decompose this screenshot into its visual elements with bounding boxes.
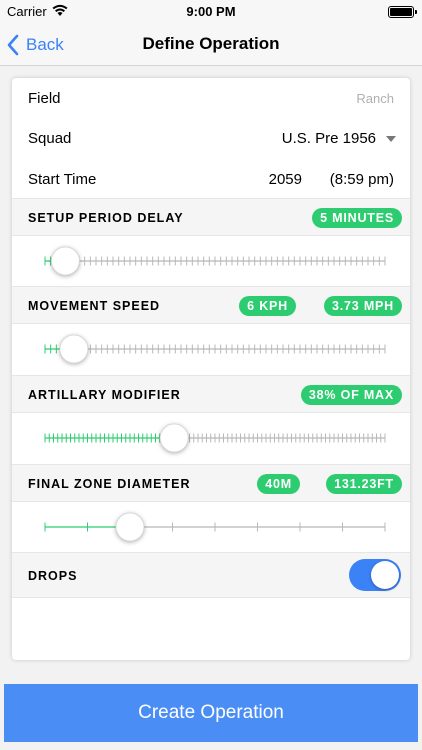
- status-bar: Carrier 9:00 PM: [0, 0, 422, 24]
- slider-thumb: [159, 423, 189, 453]
- drops-title: DROPS: [28, 569, 78, 583]
- squad-row[interactable]: Squad U.S. Pre 1956: [12, 118, 410, 156]
- setup-delay-slider[interactable]: [12, 236, 410, 286]
- slider-thumb: [115, 512, 145, 542]
- toggle-knob: [371, 561, 399, 589]
- final-zone-title: FINAL ZONE DIAMETER: [28, 477, 191, 491]
- artillary-modifier-header: ARTILLARY MODIFIER 38% OF MAX: [12, 375, 410, 413]
- setup-delay-title: SETUP PERIOD DELAY: [28, 211, 184, 225]
- final-zone-header: FINAL ZONE DIAMETER 40M 131.23FT: [12, 464, 410, 502]
- artillary-modifier-slider[interactable]: [12, 413, 410, 463]
- artillary-modifier-title: ARTILLARY MODIFIER: [28, 388, 181, 402]
- setup-delay-badge: 5 MINUTES: [312, 208, 402, 228]
- drops-toggle[interactable]: [349, 559, 401, 591]
- navigation-bar: Back Define Operation: [0, 24, 422, 66]
- movement-speed-slider[interactable]: [12, 324, 410, 374]
- start-time-row[interactable]: Start Time 2059 (8:59 pm): [12, 158, 410, 198]
- final-zone-slider[interactable]: [12, 502, 410, 552]
- operation-form-card: Field Ranch Squad U.S. Pre 1956 Start Ti…: [12, 78, 410, 660]
- squad-label: Squad: [28, 130, 72, 147]
- squad-value: U.S. Pre 1956: [281, 130, 376, 147]
- dropdown-arrow-icon: [386, 136, 396, 142]
- slider-thumb: [59, 334, 89, 364]
- drops-row: DROPS: [12, 552, 410, 598]
- final-zone-m-badge: 40M: [257, 474, 300, 494]
- start-time-display: (8:59 pm): [329, 171, 394, 188]
- final-zone-ft-badge: 131.23FT: [326, 474, 402, 494]
- slider-thumb: [51, 246, 80, 276]
- create-operation-button[interactable]: Create Operation: [4, 684, 418, 742]
- movement-speed-title: MOVEMENT SPEED: [28, 299, 161, 313]
- movement-speed-kph-badge: 6 KPH: [239, 296, 296, 316]
- field-label: Field: [28, 90, 61, 107]
- bottom-strip: [0, 742, 422, 750]
- start-time-value: 2059: [268, 171, 302, 188]
- battery-icon: [388, 6, 417, 18]
- clock-label: 9:00 PM: [186, 4, 236, 19]
- movement-speed-header: MOVEMENT SPEED 6 KPH 3.73 MPH: [12, 286, 410, 324]
- field-row[interactable]: Field Ranch: [12, 78, 410, 116]
- start-time-label: Start Time: [28, 171, 97, 188]
- artillary-modifier-badge: 38% OF MAX: [300, 385, 402, 405]
- setup-delay-header: SETUP PERIOD DELAY 5 MINUTES: [12, 198, 410, 236]
- movement-speed-mph-badge: 3.73 MPH: [324, 296, 402, 316]
- field-value: Ranch: [356, 91, 394, 106]
- page-title: Define Operation: [142, 34, 280, 53]
